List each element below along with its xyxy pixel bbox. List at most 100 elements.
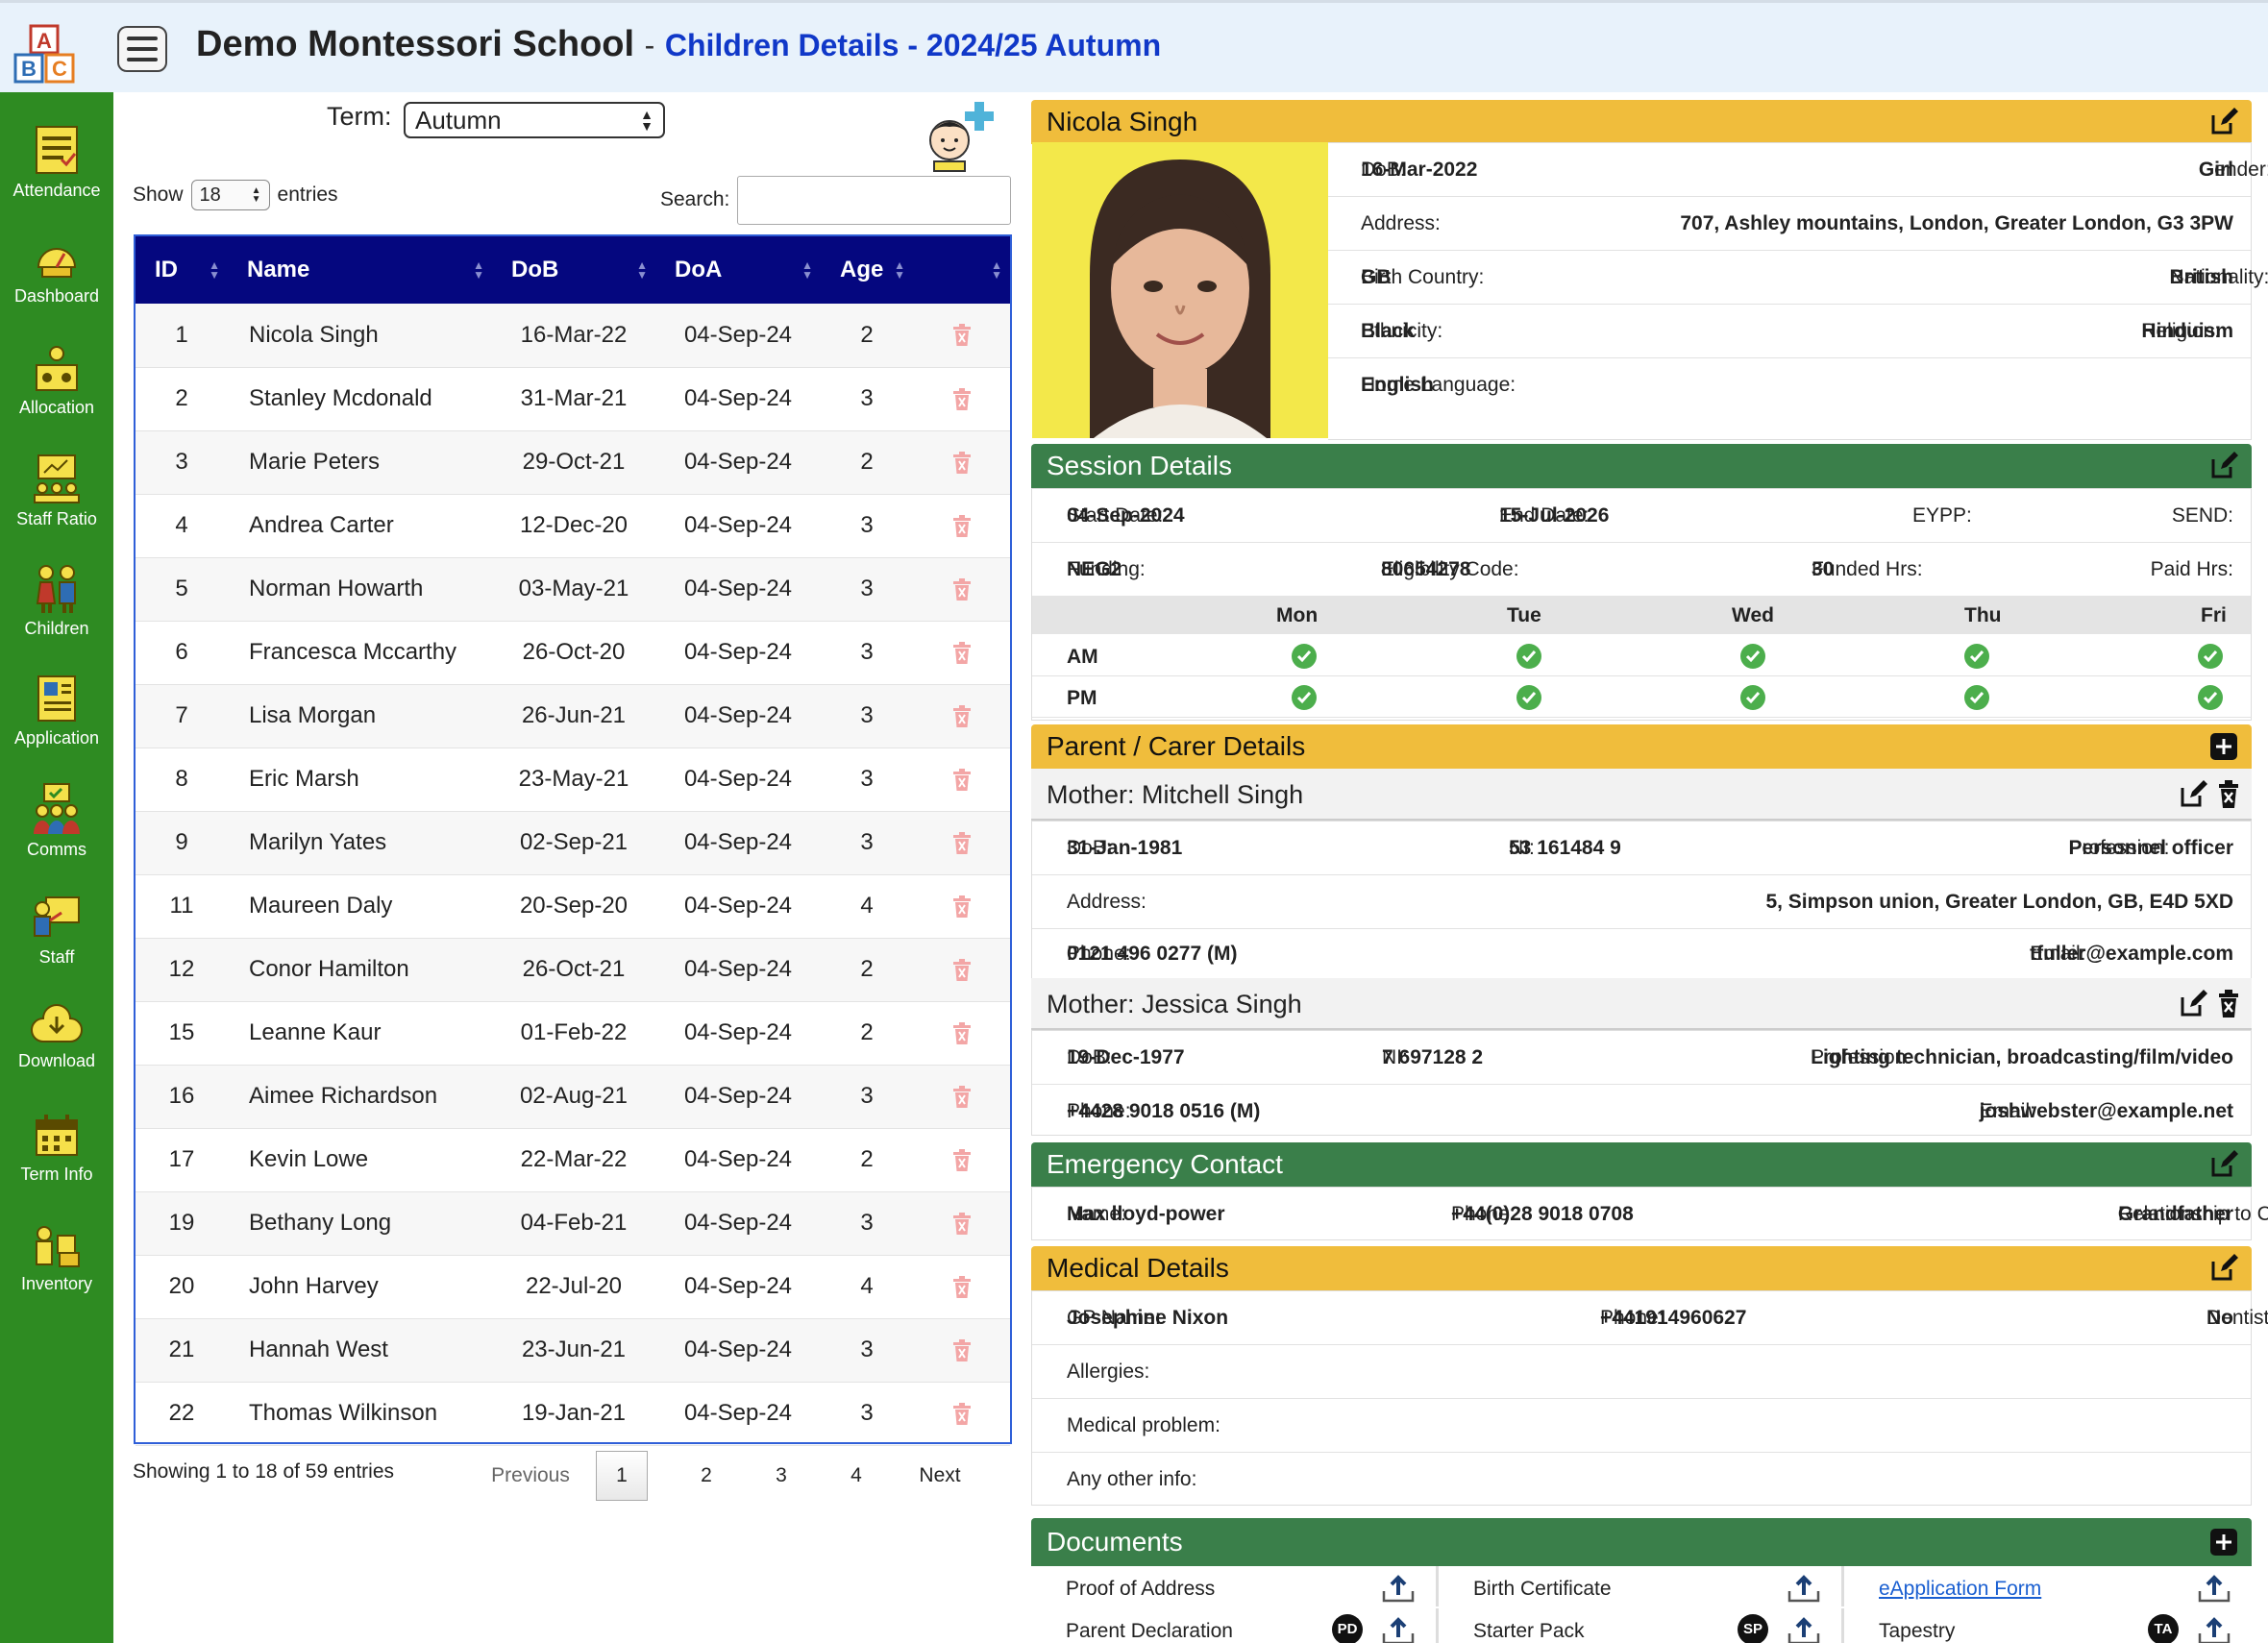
pagination-page-2[interactable]: 2: [669, 1464, 744, 1487]
table-row[interactable]: 8 Eric Marsh 23-May-21 04-Sep-24 3: [136, 748, 1010, 811]
table-row[interactable]: 17 Kevin Lowe 22-Mar-22 04-Sep-24 2: [136, 1128, 1010, 1191]
parent-2-title: Mother: Jessica Singh: [1047, 990, 1302, 1018]
edit-session-button[interactable]: [2209, 452, 2238, 480]
delete-row-button[interactable]: [913, 1065, 1010, 1128]
sort-arrows-icon: ▲ ▼: [894, 258, 905, 282]
add-document-button[interactable]: [2209, 1528, 2238, 1557]
column-header-doa[interactable]: DoA ▲ ▼: [655, 236, 821, 304]
table-row[interactable]: 3 Marie Peters 29-Oct-21 04-Sep-24 2: [136, 430, 1010, 494]
sidebar-item-staff-ratio[interactable]: Staff Ratio: [0, 454, 113, 550]
delete-row-button[interactable]: [913, 494, 1010, 557]
delete-row-button[interactable]: [913, 748, 1010, 811]
sidebar-item-comms[interactable]: Comms: [0, 782, 113, 878]
table-row[interactable]: 16 Aimee Richardson 02-Aug-21 04-Sep-24 3: [136, 1065, 1010, 1128]
abc-blocks-logo-icon[interactable]: A B C: [12, 24, 81, 84]
edit-parent-1-button[interactable]: [2179, 780, 2207, 809]
ta-badge[interactable]: TA: [2148, 1614, 2179, 1643]
table-row[interactable]: 7 Lisa Morgan 26-Jun-21 04-Sep-24 3: [136, 684, 1010, 748]
table-row[interactable]: 4 Andrea Carter 12-Dec-20 04-Sep-24 3: [136, 494, 1010, 557]
entries-per-page-select[interactable]: 18 ▲ ▼: [190, 180, 270, 210]
edit-emergency-button[interactable]: [2209, 1150, 2238, 1179]
delete-row-button[interactable]: [913, 1318, 1010, 1382]
column-header-name[interactable]: Name ▲ ▼: [228, 236, 492, 304]
upload-icon: [2198, 1617, 2231, 1643]
table-row[interactable]: 15 Leanne Kaur 01-Feb-22 04-Sep-24 2: [136, 1001, 1010, 1065]
delete-row-button[interactable]: [913, 1255, 1010, 1318]
add-parent-button[interactable]: [2209, 732, 2238, 761]
edit-child-button[interactable]: [2209, 108, 2238, 136]
table-row[interactable]: 5 Norman Howarth 03-May-21 04-Sep-24 3: [136, 557, 1010, 621]
sidebar-item-allocation[interactable]: Allocation: [0, 344, 113, 440]
upload-button[interactable]: [1382, 1616, 1415, 1643]
table-row[interactable]: 20 John Harvey 22-Jul-20 04-Sep-24 4: [136, 1255, 1010, 1318]
delete-row-button[interactable]: [913, 430, 1010, 494]
eapplication-form-link[interactable]: eApplication Form: [1879, 1578, 2041, 1601]
upload-button[interactable]: [1787, 1616, 1820, 1643]
column-header-dob[interactable]: DoB ▲ ▼: [492, 236, 655, 304]
cell-name: Francesca Mccarthy: [249, 639, 457, 665]
upload-icon: [2198, 1575, 2231, 1603]
delete-row-button[interactable]: [913, 621, 1010, 684]
field-label: End Date:: [1499, 503, 1590, 527]
upload-button[interactable]: [1382, 1574, 1415, 1603]
entries-per-page-value: 18: [199, 184, 221, 206]
check-circle-icon: [1739, 643, 1766, 670]
delete-row-button[interactable]: [913, 304, 1010, 367]
parent-1-row-contact: Phone: 0121 496 0277 (M) Email: tfuller@…: [1032, 927, 2251, 981]
sidebar-item-dashboard[interactable]: Dashboard: [0, 234, 113, 331]
pagination-page-4[interactable]: 4: [819, 1464, 894, 1487]
pagination-page-3[interactable]: 3: [744, 1464, 819, 1487]
sidebar-item-inventory[interactable]: Inventory: [0, 1222, 113, 1318]
table-row[interactable]: 9 Marilyn Yates 02-Sep-21 04-Sep-24 3: [136, 811, 1010, 874]
table-row[interactable]: 2 Stanley Mcdonald 31-Mar-21 04-Sep-24 3: [136, 367, 1010, 430]
table-row[interactable]: 11 Maureen Daly 20-Sep-20 04-Sep-24 4: [136, 874, 1010, 938]
delete-row-button[interactable]: [913, 367, 1010, 430]
upload-button[interactable]: [2198, 1616, 2231, 1643]
delete-parent-1-button[interactable]: [2217, 780, 2240, 809]
sidebar-item-attendance[interactable]: Attendance: [0, 123, 113, 219]
edit-medical-button[interactable]: [2209, 1254, 2238, 1283]
pagination-next[interactable]: Next: [894, 1464, 986, 1487]
pagination-page-1[interactable]: 1: [596, 1451, 648, 1501]
delete-row-button[interactable]: [913, 557, 1010, 621]
term-info-icon: [36, 1115, 78, 1156]
table-row[interactable]: 19 Bethany Long 04-Feb-21 04-Sep-24 3: [136, 1191, 1010, 1255]
upload-button[interactable]: [1787, 1574, 1820, 1603]
delete-row-button[interactable]: [913, 684, 1010, 748]
pagination-previous[interactable]: Previous: [471, 1464, 590, 1487]
delete-row-button[interactable]: [913, 938, 1010, 1001]
table-row[interactable]: 22 Thomas Wilkinson 19-Jan-21 04-Sep-24 3: [136, 1382, 1010, 1445]
table-row[interactable]: 21 Hannah West 23-Jun-21 04-Sep-24 3: [136, 1318, 1010, 1382]
table-row[interactable]: 12 Conor Hamilton 26-Oct-21 04-Sep-24 2: [136, 938, 1010, 1001]
sidebar-item-label: Attendance: [12, 181, 101, 200]
column-header-id[interactable]: ID ▲ ▼: [136, 236, 228, 304]
sidebar-item-term-info[interactable]: Term Info: [0, 1113, 113, 1209]
section-title: Emergency Contact: [1047, 1149, 1283, 1179]
column-header-age[interactable]: Age ▲ ▼: [821, 236, 913, 304]
sidebar-item-application[interactable]: Application: [0, 673, 113, 769]
delete-row-button[interactable]: [913, 1191, 1010, 1255]
sidebar-item-download[interactable]: Download: [0, 1003, 113, 1099]
table-row[interactable]: 6 Francesca Mccarthy 26-Oct-20 04-Sep-24 3: [136, 621, 1010, 684]
term-select[interactable]: Autumn ▲ ▼: [404, 102, 665, 138]
search-input[interactable]: [737, 176, 1011, 225]
cell-dob: 22-Jul-20: [525, 1273, 623, 1299]
column-header-actions[interactable]: ▲ ▼: [913, 236, 1010, 304]
add-child-button[interactable]: [921, 100, 998, 173]
hamburger-menu-button[interactable]: [117, 26, 167, 72]
cell-age: 3: [860, 639, 874, 665]
sidebar-item-children[interactable]: Children: [0, 563, 113, 659]
pd-badge[interactable]: PD: [1332, 1614, 1363, 1643]
delete-row-button[interactable]: [913, 874, 1010, 938]
edit-parent-2-button[interactable]: [2179, 990, 2207, 1018]
delete-parent-2-button[interactable]: [2217, 990, 2240, 1018]
delete-row-button[interactable]: [913, 811, 1010, 874]
sp-badge[interactable]: SP: [1738, 1614, 1768, 1643]
delete-row-button[interactable]: [913, 1128, 1010, 1191]
delete-row-button[interactable]: [913, 1382, 1010, 1445]
delete-row-button[interactable]: [913, 1001, 1010, 1065]
doc-tapestry: Tapestry TA: [1844, 1608, 2252, 1643]
table-row[interactable]: 1 Nicola Singh 16-Mar-22 04-Sep-24 2: [136, 304, 1010, 367]
sidebar-item-staff[interactable]: Staff: [0, 894, 113, 990]
upload-button[interactable]: [2198, 1574, 2231, 1603]
